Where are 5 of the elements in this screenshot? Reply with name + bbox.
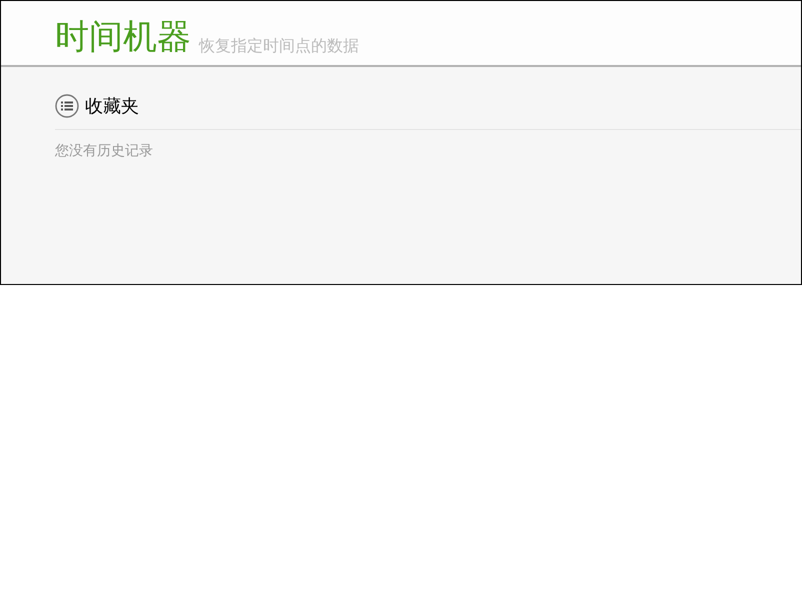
page-title: 时间机器 (55, 17, 191, 57)
list-icon (55, 94, 79, 118)
page-subtitle: 恢复指定时间点的数据 (199, 35, 359, 57)
empty-message: 您没有历史记录 (55, 142, 154, 160)
section-title: 收藏夹 (85, 95, 139, 118)
